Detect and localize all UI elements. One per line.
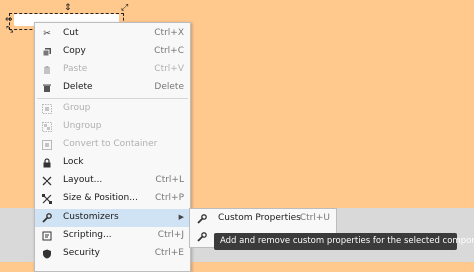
menu-item-group[interactable]: Group	[35, 100, 190, 118]
menu-item-customizers[interactable]: Customizers ▶	[35, 209, 190, 227]
menu-item-label: Group	[63, 103, 91, 113]
scissors-icon: ✂	[43, 29, 51, 39]
menu-item-shortcut: Ctrl+C	[154, 46, 184, 56]
menu-item-label: Layout...	[63, 175, 103, 185]
menu-item-copy[interactable]: Copy Ctrl+C	[35, 43, 190, 61]
resize-handle-top-right-icon[interactable]: ⤢	[121, 4, 128, 13]
menu-item-shortcut: Ctrl+L	[155, 175, 184, 185]
ungroup-icon	[41, 121, 53, 133]
menu-item-scripting[interactable]: Scripting... Ctrl+J	[35, 227, 190, 245]
script-icon	[41, 230, 53, 242]
resize-handle-top-icon[interactable]: ⇕	[64, 4, 72, 13]
menu-separator	[37, 98, 188, 99]
menu-item-shortcut: Ctrl+E	[154, 248, 184, 258]
menu-item-label: Ungroup	[63, 121, 102, 131]
menu-item-paste[interactable]: Paste Ctrl+V	[35, 61, 190, 79]
menu-item-label: Scripting...	[63, 230, 112, 240]
menu-item-label: Customizers	[63, 212, 119, 222]
menu-item-ungroup[interactable]: Ungroup	[35, 118, 190, 136]
menu-item-label: Cut	[63, 28, 79, 38]
menu-item-shortcut: Delete	[154, 82, 184, 92]
menu-item-shortcut: Ctrl+V	[154, 64, 184, 74]
group-icon	[41, 103, 53, 115]
shield-icon	[41, 248, 53, 260]
menu-item-label: Security	[63, 248, 100, 258]
menu-item-label: Convert to Container	[63, 139, 158, 149]
layout-icon	[41, 175, 53, 187]
menu-item-lock[interactable]: Lock	[35, 154, 190, 172]
menu-item-label: Size & Position...	[63, 193, 138, 203]
wrench-icon	[196, 231, 208, 243]
menu-item-security[interactable]: Security Ctrl+E	[35, 245, 190, 263]
trash-icon	[41, 82, 53, 94]
menu-item-size-position[interactable]: Size & Position... Ctrl+P	[35, 190, 190, 208]
container-icon	[41, 139, 53, 151]
size-position-icon	[41, 193, 53, 205]
menu-item-label: Custom Properties	[218, 213, 301, 223]
menu-item-custom-properties[interactable]: Custom Properties Ctrl+U	[190, 210, 336, 228]
menu-item-label: Copy	[63, 46, 86, 56]
menu-item-shortcut: Ctrl+P	[155, 193, 184, 203]
menu-item-shortcut: Ctrl+U	[299, 213, 330, 223]
menu-item-shortcut: Ctrl+X	[154, 28, 184, 38]
menu-item-delete[interactable]: Delete Delete	[35, 79, 190, 97]
menu-item-label: Lock	[63, 157, 84, 167]
tooltip: Add and remove custom properties for the…	[214, 233, 474, 250]
tooltip-text: Add and remove custom properties for the…	[220, 236, 474, 246]
menu-item-label: Delete	[63, 82, 93, 92]
wrench-icon	[41, 212, 53, 224]
menu-item-cut[interactable]: ✂ Cut Ctrl+X	[35, 25, 190, 43]
paste-icon	[41, 64, 53, 76]
copy-icon	[41, 46, 53, 58]
menu-item-convert-to-container[interactable]: Convert to Container	[35, 136, 190, 154]
menu-item-shortcut: Ctrl+J	[157, 230, 184, 240]
context-menu: ✂ Cut Ctrl+X Copy Ctrl+C Paste Ctrl+V De…	[34, 22, 191, 272]
resize-handle-left-icon[interactable]: ⇔	[5, 16, 13, 25]
resize-handle-bottom-left-icon[interactable]: ⤡	[6, 26, 13, 35]
menu-item-layout[interactable]: Layout... Ctrl+L	[35, 172, 190, 190]
lock-icon	[41, 157, 53, 169]
submenu-arrow-icon: ▶	[178, 213, 184, 221]
menu-item-label: Paste	[63, 64, 88, 74]
wrench-icon	[196, 213, 208, 225]
